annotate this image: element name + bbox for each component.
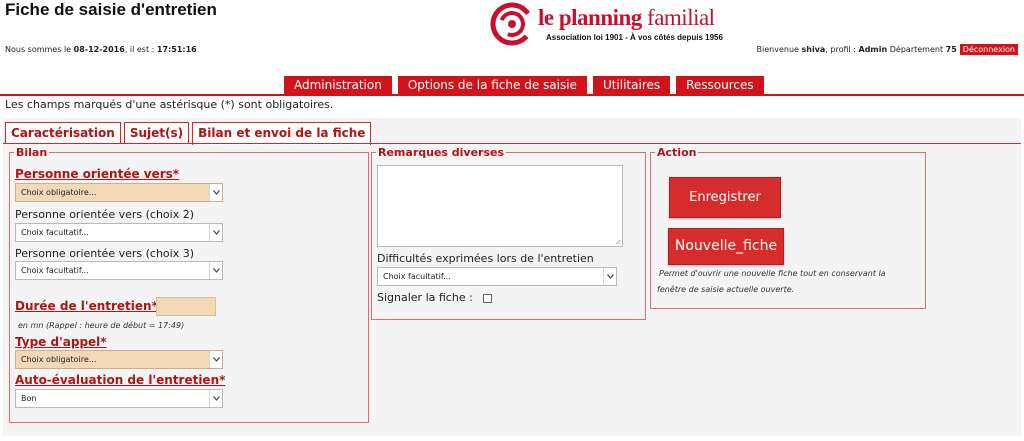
auto-evaluation-label: Auto-évaluation de l'entretien*: [15, 373, 226, 387]
nav-utilitaires[interactable]: Utilitaires: [592, 76, 671, 95]
logo-swirl-icon: [490, 2, 534, 46]
save-button[interactable]: Enregistrer: [669, 177, 781, 218]
logout-button[interactable]: Déconnexion: [959, 44, 1018, 55]
user-department: 75: [945, 45, 957, 54]
remarques-fieldset: Remarques diverses Difficultés exprimées…: [371, 146, 646, 320]
action-legend: Action: [655, 146, 699, 159]
nav-options-fiche[interactable]: Options de la fiche de saisie: [397, 76, 587, 95]
bilan-fieldset: Bilan Personne orientée vers* Choix obli…: [9, 146, 369, 423]
brand-tagline: Association loi 1901 - À vos côtés depui…: [546, 33, 723, 42]
tab-caracterisation[interactable]: Caractérisation: [5, 122, 121, 144]
duree-hint: en mn (Rappel : heure de début = 17:49): [18, 321, 185, 330]
tab-sujets[interactable]: Sujet(s): [123, 122, 190, 144]
type-appel-label: Type d'appel*: [15, 335, 107, 349]
chevron-down-icon: [603, 268, 616, 285]
remarques-textarea[interactable]: [377, 165, 623, 247]
page-title: Fiche de saisie d'entretien: [5, 0, 217, 19]
difficultes-label: Difficultés exprimées lors de l'entretie…: [377, 252, 594, 265]
orientee3-select[interactable]: Choix facultatif...: [15, 261, 223, 280]
difficultes-select[interactable]: Choix facultatif...: [377, 267, 617, 286]
planning-familial-logo: le planning familial Association loi 190…: [490, 2, 740, 46]
brand-name: le planning familial: [538, 5, 715, 30]
current-date: 08-12-2016: [73, 45, 125, 54]
signaler-label: Signaler la fiche :: [377, 291, 473, 304]
orientee2-label: Personne orientée vers (choix 2): [15, 208, 195, 221]
username: shiva: [801, 45, 826, 54]
chevron-down-icon: [209, 184, 222, 201]
chevron-down-icon: [209, 390, 222, 407]
type-appel-select[interactable]: Choix obligatoire...: [15, 350, 223, 369]
current-time: 17:51:16: [156, 45, 197, 54]
new-fiche-hint-line1: Permet d'ouvrir une nouvelle fiche tout …: [659, 269, 886, 278]
required-fields-notice: Les champs marqués d'une astérisque (*) …: [5, 98, 334, 111]
auto-evaluation-select[interactable]: Bon: [15, 389, 223, 408]
tabs-divider: [3, 143, 1021, 144]
nav-ressources[interactable]: Ressources: [676, 76, 764, 95]
form-tabs: Caractérisation Sujet(s) Bilan et envoi …: [5, 122, 372, 145]
chevron-down-icon: [209, 351, 222, 368]
new-fiche-hint-line2: fenêtre de saisie actuelle ouverte.: [657, 285, 795, 294]
chevron-down-icon: [209, 262, 222, 279]
duree-label: Durée de l'entretien*: [15, 299, 158, 313]
orientee-label: Personne orientée vers*: [15, 167, 180, 181]
signaler-checkbox[interactable]: [483, 294, 492, 303]
resize-grip-icon[interactable]: [615, 239, 621, 245]
orientee2-select[interactable]: Choix facultatif...: [15, 223, 223, 242]
orientee3-label: Personne orientée vers (choix 3): [15, 247, 195, 260]
user-info: Bienvenue shiva, profil : Admin Départem…: [757, 44, 1018, 55]
duree-input[interactable]: [156, 297, 216, 316]
nav-divider: [0, 94, 1024, 96]
chevron-down-icon: [209, 224, 222, 241]
date-time-line: Nous sommes le 08-12-2016, il est : 17:5…: [5, 45, 197, 54]
remarques-legend: Remarques diverses: [376, 146, 507, 159]
tab-bilan-envoi[interactable]: Bilan et envoi de la fiche: [192, 122, 372, 145]
main-nav: Administration Options de la fiche de sa…: [284, 76, 764, 95]
bilan-legend: Bilan: [14, 146, 50, 159]
action-fieldset: Action Enregistrer Nouvelle_fiche Permet…: [650, 146, 926, 309]
new-fiche-button[interactable]: Nouvelle_fiche: [668, 228, 784, 265]
orientee-select[interactable]: Choix obligatoire...: [15, 183, 223, 202]
user-profile: Admin: [858, 45, 888, 54]
nav-administration[interactable]: Administration: [284, 76, 392, 95]
